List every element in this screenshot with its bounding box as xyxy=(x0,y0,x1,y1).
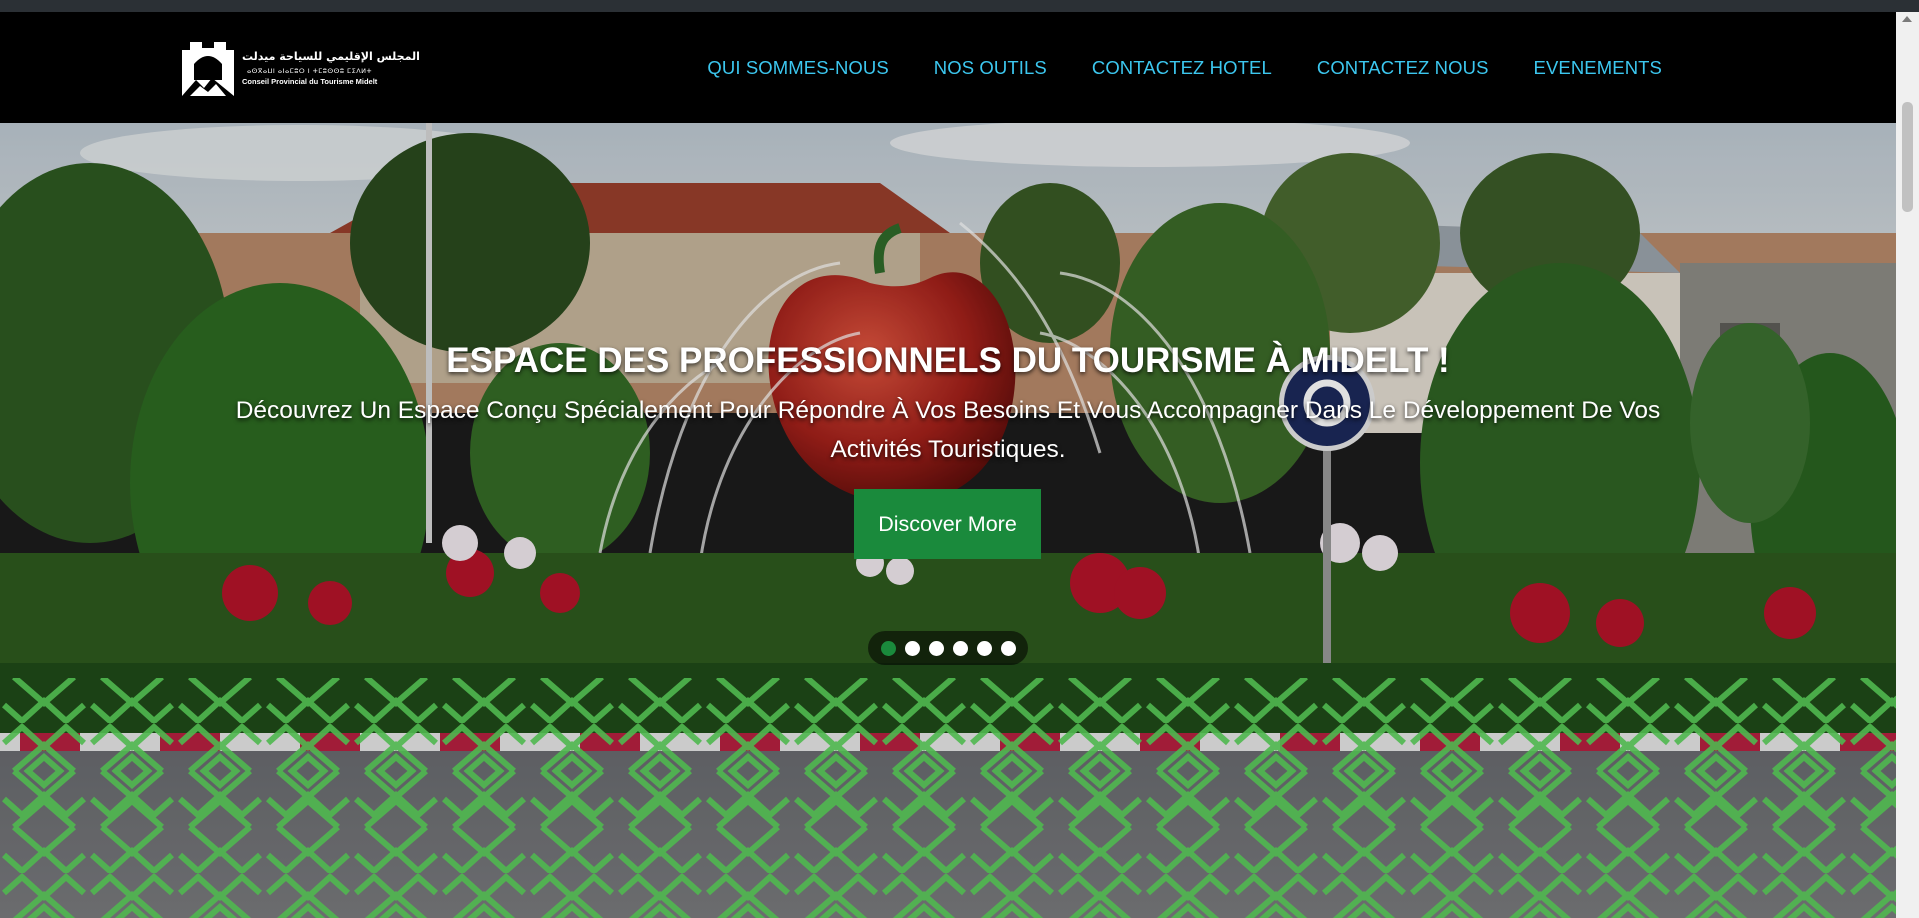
page-scrollbar[interactable] xyxy=(1896,12,1919,918)
logo-arabic-text: المجلس الإقليمي للسياحة ميدلت xyxy=(242,50,420,63)
slider-dot-5[interactable] xyxy=(976,640,992,656)
nav-link-qui-sommes-nous[interactable]: QUI SOMMES-NOUS xyxy=(707,57,888,79)
scrollbar-thumb[interactable] xyxy=(1902,102,1913,212)
kasbah-emblem-icon xyxy=(182,42,234,96)
hero-subtitle: Découvrez Un Espace Conçu Spécialement P… xyxy=(235,397,1661,463)
discover-more-button[interactable]: Discover More xyxy=(854,489,1041,559)
slider-dot-2[interactable] xyxy=(904,640,920,656)
nav-link-evenements[interactable]: EVENEMENTS xyxy=(1534,57,1662,79)
slider-dot-3[interactable] xyxy=(928,640,944,656)
slider-dot-4[interactable] xyxy=(952,640,968,656)
hero-slider: ESPACE DES PROFESSIONNELS DU TOURISME À … xyxy=(0,123,1896,918)
nav-link-contactez-nous[interactable]: CONTACTEZ NOUS xyxy=(1317,57,1489,79)
browser-top-strip xyxy=(0,0,1919,12)
logo-text: المجلس الإقليمي للسياحة ميدلت ⴰⵙⴳⴰⵡⵏ ⴰⵏⴰ… xyxy=(242,50,420,86)
logo-tifinagh-text: ⴰⵙⴳⴰⵡⵏ ⴰⵏⴰⵎⵓⵔ ⵏ ⵜⵎⵓⵙⵙⵓ ⵎⵉⴷⵍⵜ xyxy=(246,67,372,75)
site-logo[interactable]: المجلس الإقليمي للسياحة ميدلت ⴰⵙⴳⴰⵡⵏ ⴰⵏⴰ… xyxy=(180,40,420,100)
slider-dot-6[interactable] xyxy=(1000,640,1016,656)
scroll-up-arrow-icon[interactable] xyxy=(1902,16,1912,22)
slider-pagination xyxy=(868,631,1028,665)
decorative-pattern xyxy=(0,678,1896,918)
slider-dot-1[interactable] xyxy=(880,640,896,656)
hero-title: ESPACE DES PROFESSIONNELS DU TOURISME À … xyxy=(446,341,1450,380)
nav-link-nos-outils[interactable]: NOS OUTILS xyxy=(934,57,1047,79)
logo-french-text: Conseil Provincial du Tourisme Midelt xyxy=(242,77,378,86)
main-navigation: QUI SOMMES-NOUS NOS OUTILS CONTACTEZ HOT… xyxy=(707,12,1662,123)
site-header: المجلس الإقليمي للسياحة ميدلت ⴰⵙⴳⴰⵡⵏ ⴰⵏⴰ… xyxy=(0,12,1896,123)
nav-link-contactez-hotel[interactable]: CONTACTEZ HOTEL xyxy=(1092,57,1272,79)
